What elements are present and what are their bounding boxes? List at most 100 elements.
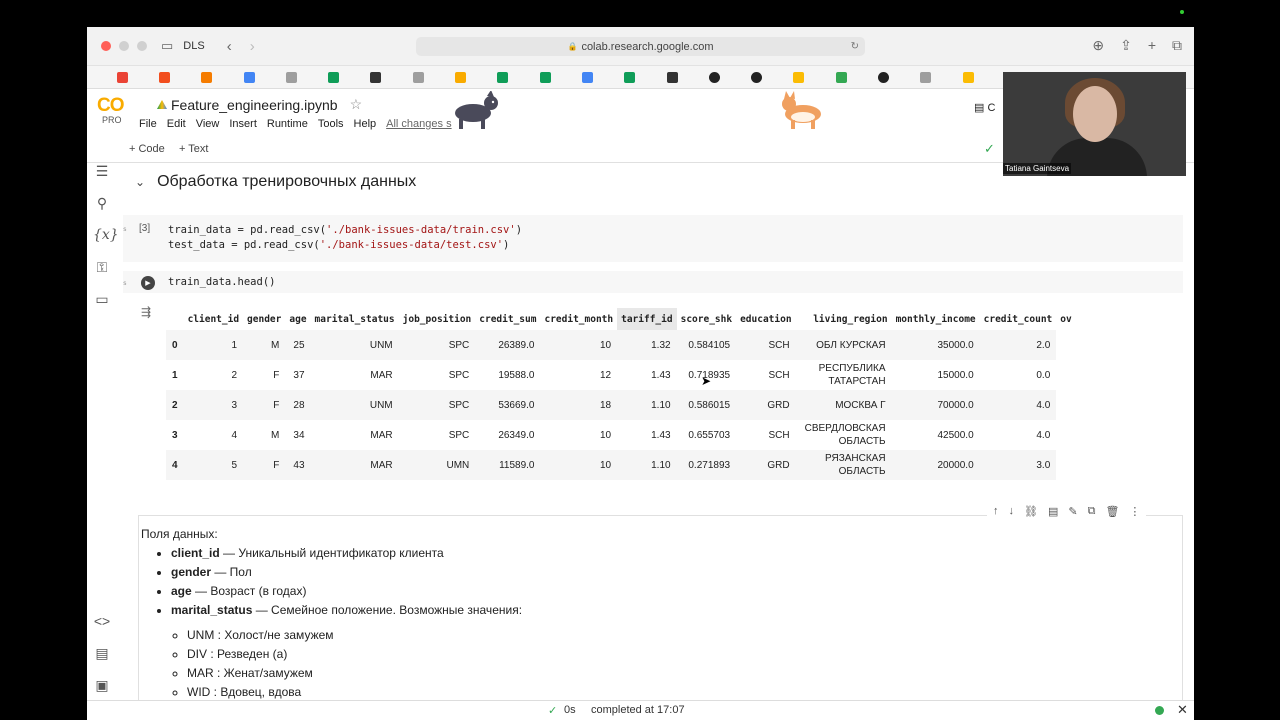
table-cell: 1.10	[617, 450, 677, 480]
output-actions-icon[interactable]: ⇶	[141, 305, 151, 319]
favorite-figma[interactable]	[143, 71, 185, 83]
dataframe-output: client_id gender age marital_status job_posi…	[166, 308, 1076, 480]
favorite-gmail[interactable]	[101, 71, 143, 83]
table-cell: M	[271, 429, 280, 441]
move-up-icon[interactable]: ↑	[993, 505, 999, 518]
notebook-title[interactable]: Feature_engineering.ipynb	[171, 97, 338, 113]
secrets-key-icon[interactable]: ⚿	[93, 259, 111, 276]
table-cell: 42500.0	[937, 429, 974, 441]
mirror-cell-icon[interactable]: ⧉	[1088, 505, 1096, 518]
table-cell: 18	[540, 390, 618, 420]
table-cell: 37	[293, 369, 305, 381]
move-down-icon[interactable]: ↓	[1009, 505, 1015, 518]
menu-help[interactable]: Help	[354, 118, 377, 130]
table-row: 0 1 M 25 UNM SPC 26389.0 10 1.32 0.584105 SCH ОБЛ К…	[166, 330, 1076, 360]
run-time: 0s	[123, 227, 127, 233]
code-cell-read-csv[interactable]: [3] 0s train_data = pd.read_csv('./bank-…	[123, 215, 1183, 262]
favorite-grey[interactable]	[905, 71, 947, 83]
favorite-grey[interactable]	[270, 71, 312, 83]
more-options-icon[interactable]: ⋮	[1129, 505, 1140, 518]
close-status-icon[interactable]: ✕	[1177, 702, 1188, 718]
row-index: 1	[172, 369, 178, 381]
status-check-icon: ✓	[548, 705, 558, 717]
favorite-github[interactable]	[693, 71, 735, 83]
comment-icon[interactable]: ▤	[1048, 505, 1058, 518]
zoom-window-button[interactable]	[137, 41, 147, 51]
save-status-link[interactable]: All changes s	[386, 118, 451, 130]
menu-tools[interactable]: Tools	[318, 118, 344, 130]
favorite-colab[interactable]	[439, 71, 481, 83]
status-bar: ✓ 0s completed at 17:07 ✕	[87, 700, 1194, 720]
favorite-orange[interactable]	[186, 71, 228, 83]
table-cell: 5	[183, 450, 244, 480]
tabs-overview-icon[interactable]: ⧉	[1172, 37, 1182, 54]
markdown-heading: Поля данных:	[141, 527, 218, 541]
favorite-github[interactable]	[735, 71, 777, 83]
delete-icon[interactable]: 🗑	[1105, 505, 1119, 518]
run-cell-button[interactable]: ▶	[141, 276, 155, 290]
run-time: 0s	[123, 281, 127, 287]
favorite-sheets[interactable]	[609, 71, 651, 83]
minimize-window-button[interactable]	[119, 41, 129, 51]
left-sidebar: ☰ ⚲ {x} ⚿ ▭ <> ▤ ▣	[87, 163, 119, 703]
files-folder-icon[interactable]: ▭	[93, 291, 111, 308]
row-index: 0	[166, 330, 184, 360]
sub-list: UNM : Холост/не замужем DIV : Резведен (…	[187, 626, 522, 702]
command-palette-icon[interactable]: ▤	[93, 645, 111, 662]
close-window-button[interactable]	[101, 41, 111, 51]
profile-selector[interactable]: DLS	[183, 40, 204, 52]
code-cell-head[interactable]: ▶ 0s train_data.head()	[123, 271, 1183, 293]
favorite-notion[interactable]	[651, 71, 693, 83]
menu-file[interactable]: File	[139, 118, 157, 130]
link-icon[interactable]: ⛓	[1024, 505, 1038, 518]
table-cell: 10	[599, 429, 612, 441]
row-index: 3	[172, 429, 178, 441]
chevron-down-icon[interactable]: ⌄	[135, 175, 145, 189]
code-snippets-icon[interactable]: <>	[93, 613, 111, 629]
menu-view[interactable]: View	[196, 118, 220, 130]
table-cell: 11589.0	[475, 450, 541, 480]
menu-insert[interactable]: Insert	[229, 118, 257, 130]
runtime-status-dot[interactable]	[1155, 706, 1164, 715]
table-cell: 1.32	[617, 330, 677, 360]
reload-icon[interactable]: ↻	[851, 41, 859, 52]
table-of-contents-icon[interactable]: ☰	[93, 163, 111, 180]
comments-button[interactable]: ▤ C	[974, 101, 995, 114]
add-code-button[interactable]: + Code	[129, 143, 165, 155]
column-header: credit_sum	[479, 313, 537, 325]
colab-logo[interactable]: CO PRO	[97, 95, 124, 125]
favorite-drive[interactable]	[947, 71, 989, 83]
downloads-icon[interactable]: ⊕	[1092, 37, 1104, 54]
favorite-docs[interactable]	[566, 71, 608, 83]
edit-pencil-icon[interactable]: ✎	[1068, 505, 1077, 518]
connected-check-icon[interactable]: ✓	[984, 141, 995, 157]
favorite-grey[interactable]	[397, 71, 439, 83]
sidebar-toggle-icon[interactable]: ▭	[161, 38, 173, 54]
table-cell: SCH	[768, 369, 790, 381]
window-controls	[101, 41, 147, 51]
star-icon[interactable]: ☆	[350, 96, 363, 113]
variables-icon[interactable]: {x}	[93, 227, 119, 243]
terminal-icon[interactable]: ▣	[93, 677, 111, 694]
new-tab-icon[interactable]: +	[1148, 37, 1156, 54]
menu-runtime[interactable]: Runtime	[267, 118, 308, 130]
share-icon[interactable]: ⇪	[1120, 37, 1132, 54]
add-text-button[interactable]: + Text	[179, 143, 208, 155]
search-icon[interactable]: ⚲	[93, 195, 111, 212]
table-cell: 12	[599, 369, 612, 381]
menu-edit[interactable]: Edit	[167, 118, 186, 130]
status-message: completed at 17:07	[591, 704, 685, 716]
favorite-github[interactable]	[862, 71, 904, 83]
column-header: score_shk	[680, 313, 733, 325]
favorite-drive[interactable]	[820, 71, 862, 83]
table-cell: 1.10	[617, 390, 677, 420]
favorite-sheets[interactable]	[524, 71, 566, 83]
favorite-sheets[interactable]	[312, 71, 354, 83]
favorite-drive[interactable]	[778, 71, 820, 83]
forward-icon[interactable]: ›	[250, 38, 255, 55]
address-bar[interactable]: 🔒 colab.research.google.com ↻	[416, 37, 865, 56]
back-icon[interactable]: ‹	[227, 38, 232, 55]
favorite-notion[interactable]	[355, 71, 397, 83]
favorite-docs[interactable]	[228, 71, 270, 83]
favorite-sheets[interactable]	[482, 71, 524, 83]
